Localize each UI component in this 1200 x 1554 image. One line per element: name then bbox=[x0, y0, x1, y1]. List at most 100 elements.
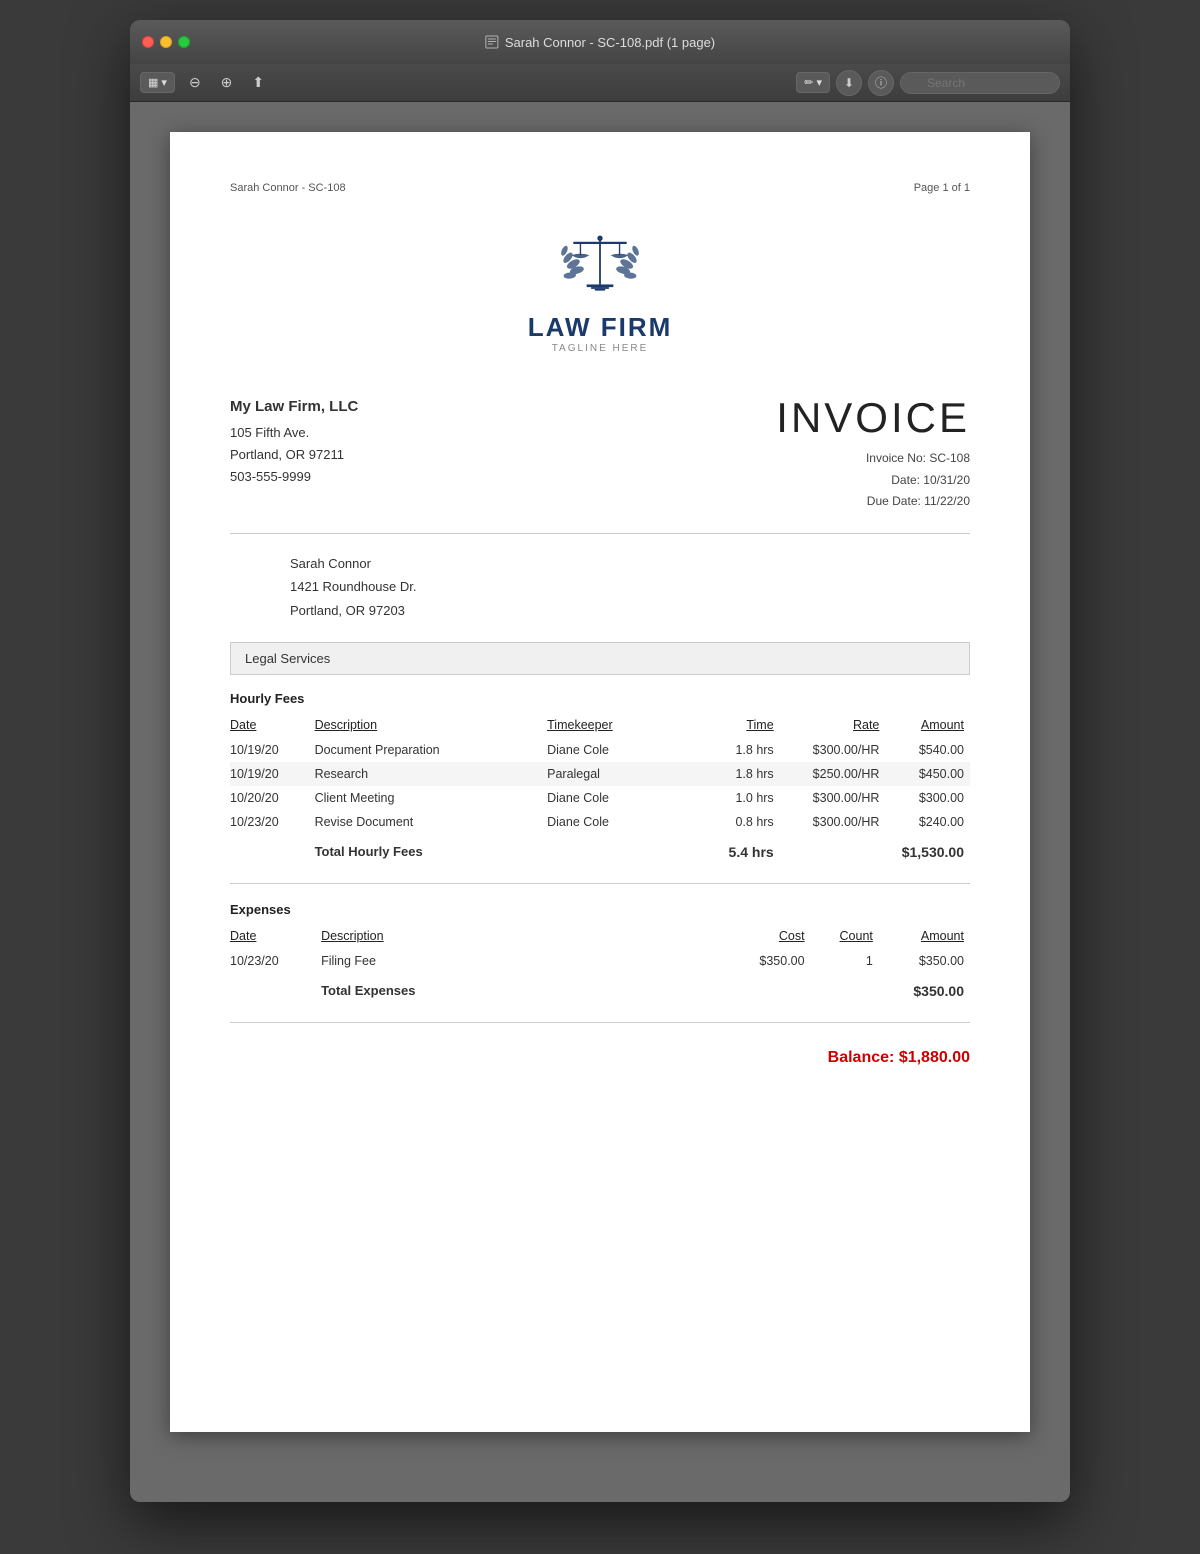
share-button[interactable]: ⬆ bbox=[246, 70, 270, 95]
fee-date: 10/23/20 bbox=[230, 810, 315, 834]
fullscreen-button[interactable] bbox=[178, 36, 190, 48]
toolbar: ▦ ▾ ⊖ ⊕ ⬆ ✏ ▾ ⬇ ⓘ bbox=[130, 64, 1070, 102]
hourly-fees-title: Hourly Fees bbox=[230, 691, 970, 706]
save-button[interactable]: ⬇ bbox=[836, 70, 862, 96]
fee-time: 1.8 hrs bbox=[695, 762, 780, 786]
due-date-label: Due Date: bbox=[867, 494, 924, 508]
col-header-description: Description bbox=[315, 714, 548, 738]
fee-description: Revise Document bbox=[315, 810, 548, 834]
fee-rate: $300.00/HR bbox=[780, 738, 886, 762]
fee-description: Research bbox=[315, 762, 548, 786]
fee-rate: $300.00/HR bbox=[780, 810, 886, 834]
page-left-label: Sarah Connor - SC-108 bbox=[230, 182, 346, 194]
fee-rate: $300.00/HR bbox=[780, 786, 886, 810]
exp-col-header-cost: Cost bbox=[708, 925, 810, 949]
annotate-chevron: ▾ bbox=[816, 76, 822, 89]
app-window: Sarah Connor - SC-108.pdf (1 page) ▦ ▾ ⊖… bbox=[130, 20, 1070, 1502]
close-button[interactable] bbox=[142, 36, 154, 48]
invoice-details: Invoice No: SC-108 Date: 10/31/20 Due Da… bbox=[776, 448, 970, 513]
hourly-total-time: 5.4 hrs bbox=[695, 834, 780, 865]
firm-name: My Law Firm, LLC bbox=[230, 394, 358, 420]
fee-description: Document Preparation bbox=[315, 738, 548, 762]
table-row: 10/19/20 Research Paralegal 1.8 hrs $250… bbox=[230, 762, 970, 786]
search-input[interactable] bbox=[900, 72, 1060, 94]
fee-timekeeper: Paralegal bbox=[547, 762, 695, 786]
expenses-total-label: Total Expenses bbox=[321, 973, 708, 1004]
minimize-button[interactable] bbox=[160, 36, 172, 48]
expenses-table: Date Description Cost Count Amount 10/23… bbox=[230, 925, 970, 1004]
firm-name-logo: LAW FIRM bbox=[528, 312, 673, 343]
annotate-button[interactable]: ✏ ▾ bbox=[796, 72, 830, 93]
date-line: Date: 10/31/20 bbox=[776, 470, 970, 492]
billing-section: My Law Firm, LLC 105 Fifth Ave. Portland… bbox=[230, 394, 970, 513]
client-address1: 1421 Roundhouse Dr. bbox=[290, 575, 970, 598]
toolbar-right: ✏ ▾ ⬇ ⓘ bbox=[796, 70, 1060, 96]
fee-date: 10/19/20 bbox=[230, 738, 315, 762]
fee-date: 10/20/20 bbox=[230, 786, 315, 810]
date-value: 10/31/20 bbox=[923, 473, 970, 487]
fee-time: 0.8 hrs bbox=[695, 810, 780, 834]
fee-time: 1.8 hrs bbox=[695, 738, 780, 762]
hourly-total-amount: $1,530.00 bbox=[885, 834, 970, 865]
exp-col-header-description: Description bbox=[321, 925, 708, 949]
expenses-divider bbox=[230, 1022, 970, 1023]
hourly-divider bbox=[230, 883, 970, 884]
title-text: Sarah Connor - SC-108.pdf (1 page) bbox=[505, 35, 715, 50]
fee-timekeeper: Diane Cole bbox=[547, 786, 695, 810]
pdf-viewer: Sarah Connor - SC-108 Page 1 of 1 bbox=[130, 102, 1070, 1502]
invoice-no-line: Invoice No: SC-108 bbox=[776, 448, 970, 470]
exp-date: 10/23/20 bbox=[230, 949, 321, 973]
fee-amount: $540.00 bbox=[885, 738, 970, 762]
firm-address1: 105 Fifth Ave. bbox=[230, 422, 358, 444]
col-header-date: Date bbox=[230, 714, 315, 738]
balance-row: Balance: $1,880.00 bbox=[230, 1041, 970, 1075]
client-address: Sarah Connor 1421 Roundhouse Dr. Portlan… bbox=[290, 552, 970, 622]
table-row: 10/23/20 Revise Document Diane Cole 0.8 … bbox=[230, 810, 970, 834]
hourly-fees-table: Date Description Timekeeper Time Rate Am… bbox=[230, 714, 970, 865]
invoice-no-label: Invoice No: bbox=[866, 451, 929, 465]
view-icon: ▦ bbox=[148, 76, 158, 89]
balance-label: Balance: bbox=[828, 1049, 895, 1066]
fee-date: 10/19/20 bbox=[230, 762, 315, 786]
balance-amount: $1,880.00 bbox=[899, 1049, 970, 1066]
fee-amount: $300.00 bbox=[885, 786, 970, 810]
col-header-amount: Amount bbox=[885, 714, 970, 738]
fee-amount: $450.00 bbox=[885, 762, 970, 786]
hourly-total-row: Total Hourly Fees 5.4 hrs $1,530.00 bbox=[230, 834, 970, 865]
billing-right: INVOICE Invoice No: SC-108 Date: 10/31/2… bbox=[776, 394, 970, 513]
invoice-no-value: SC-108 bbox=[929, 451, 970, 465]
fee-rate: $250.00/HR bbox=[780, 762, 886, 786]
table-row: 10/23/20 Filing Fee $350.00 1 $350.00 bbox=[230, 949, 970, 973]
firm-address2: Portland, OR 97211 bbox=[230, 444, 358, 466]
page-right-label: Page 1 of 1 bbox=[914, 182, 970, 194]
hourly-total-label: Total Hourly Fees bbox=[315, 834, 696, 865]
scales-icon bbox=[555, 224, 645, 304]
page-header-meta: Sarah Connor - SC-108 Page 1 of 1 bbox=[230, 182, 970, 194]
save-icon: ⬇ bbox=[844, 76, 854, 90]
exp-amount: $350.00 bbox=[879, 949, 970, 973]
invoice-title: INVOICE bbox=[776, 394, 970, 442]
fee-timekeeper: Diane Cole bbox=[547, 810, 695, 834]
zoom-out-button[interactable]: ⊖ bbox=[183, 70, 207, 95]
titlebar: Sarah Connor - SC-108.pdf (1 page) bbox=[130, 20, 1070, 64]
info-button[interactable]: ⓘ bbox=[868, 70, 894, 96]
due-date-value: 11/22/20 bbox=[924, 494, 970, 508]
view-toggle-button[interactable]: ▦ ▾ bbox=[140, 72, 175, 93]
table-row: 10/20/20 Client Meeting Diane Cole 1.0 h… bbox=[230, 786, 970, 810]
exp-cost: $350.00 bbox=[708, 949, 810, 973]
traffic-lights bbox=[142, 36, 190, 48]
legal-services-header: Legal Services bbox=[230, 642, 970, 675]
date-label: Date: bbox=[891, 473, 923, 487]
client-address2: Portland, OR 97203 bbox=[290, 599, 970, 622]
hourly-table-header: Date Description Timekeeper Time Rate Am… bbox=[230, 714, 970, 738]
firm-phone: 503-555-9999 bbox=[230, 466, 358, 488]
expenses-title: Expenses bbox=[230, 902, 970, 917]
expenses-total-amount: $350.00 bbox=[879, 973, 970, 1004]
expenses-total-row: Total Expenses $350.00 bbox=[230, 973, 970, 1004]
zoom-in-button[interactable]: ⊕ bbox=[215, 70, 239, 95]
table-row: 10/19/20 Document Preparation Diane Cole… bbox=[230, 738, 970, 762]
view-chevron: ▾ bbox=[161, 76, 167, 89]
firm-tagline: TAGLINE HERE bbox=[552, 343, 649, 354]
pen-icon: ✏ bbox=[804, 76, 813, 89]
exp-col-header-count: Count bbox=[811, 925, 879, 949]
